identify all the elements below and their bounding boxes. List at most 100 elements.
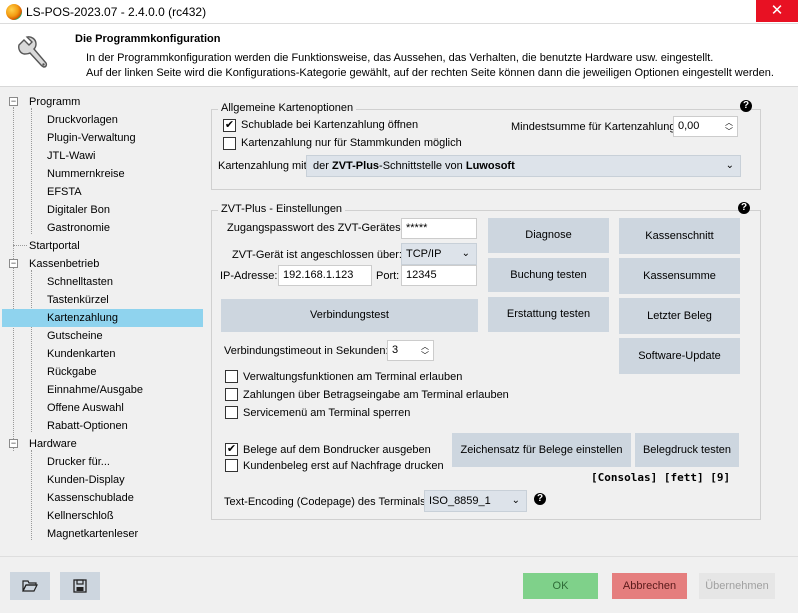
payment-method-dropdown[interactable]: der ZVT-Plus-Schnittstelle von Luwosoft … xyxy=(306,155,741,177)
window-title: LS-POS-2023.07 - 2.4.0.0 (rc432) xyxy=(26,5,207,19)
last-receipt-button[interactable]: Letzter Beleg xyxy=(619,298,740,334)
tree-item[interactable]: JTL-Wawi xyxy=(47,147,95,165)
tree-item[interactable]: Rabatt-Optionen xyxy=(47,417,128,435)
print-receipts-label: Belege auf dem Bondrucker ausgeben xyxy=(243,444,431,456)
ip-label: IP-Adresse: xyxy=(220,270,278,282)
amount-entry-checkbox[interactable] xyxy=(225,388,238,401)
encoding-dropdown[interactable]: ISO_8859_1 ⌄ xyxy=(424,490,527,512)
tree-item[interactable]: Gutscheine xyxy=(47,327,103,345)
password-input[interactable]: ***** xyxy=(401,218,477,239)
print-test-button[interactable]: Belegdruck testen xyxy=(635,433,739,467)
tree-item[interactable]: Kassenschublade xyxy=(47,489,134,507)
cancel-button[interactable]: Abbrechen xyxy=(612,573,687,599)
tree-item[interactable]: EFSTA xyxy=(47,183,82,201)
payment-method-label: Kartenzahlung mit xyxy=(218,160,307,172)
chevron-down-icon: ⌄ xyxy=(725,160,734,171)
spinner-arrows-icon[interactable]: ︿ ﹀ xyxy=(420,342,430,360)
general-group-title: Allgemeine Kartenoptionen xyxy=(218,102,357,114)
connection-test-button[interactable]: Verbindungstest xyxy=(221,299,478,332)
timeout-spinner[interactable]: 3 ︿ ﹀ xyxy=(387,340,434,361)
port-input[interactable]: 12345 xyxy=(401,265,477,286)
payment-text: der xyxy=(313,160,332,172)
admin-functions-label: Verwaltungsfunktionen am Terminal erlaub… xyxy=(243,371,463,383)
tree-item[interactable]: Rückgabe xyxy=(47,363,97,381)
connection-value: TCP/IP xyxy=(406,248,442,260)
apply-button[interactable]: Übernehmen xyxy=(699,573,775,599)
tree-item[interactable]: Druckvorlagen xyxy=(47,111,118,129)
header-panel: Die Programmkonfiguration In der Program… xyxy=(0,24,798,87)
amount-entry-label: Zahlungen über Betragseingabe am Termina… xyxy=(243,389,509,401)
connection-label: ZVT-Gerät ist angeschlossen über: xyxy=(232,249,402,261)
tree-item[interactable]: Offene Auswahl xyxy=(47,399,124,417)
ip-input[interactable]: 192.168.1.123 xyxy=(278,265,372,286)
tree-item[interactable]: Kellnerschloß xyxy=(47,507,114,525)
font-info: [Consolas] [fett] [9] xyxy=(591,471,731,484)
tree-item[interactable]: Gastronomie xyxy=(47,219,110,237)
booking-test-button[interactable]: Buchung testen xyxy=(488,258,609,292)
timeout-value: 3 xyxy=(392,344,399,356)
cash-cut-button[interactable]: Kassenschnitt xyxy=(619,218,740,254)
password-label: Zugangspasswort des ZVT-Gerätes: xyxy=(227,222,404,234)
admin-functions-checkbox[interactable] xyxy=(225,370,238,383)
regulars-checkbox[interactable] xyxy=(223,137,236,150)
tree-item[interactable]: Schnelltasten xyxy=(47,273,113,291)
header-description-line-1: In der Programmkonfiguration werden die … xyxy=(86,52,714,64)
collapse-icon[interactable]: − xyxy=(9,439,18,448)
help-icon[interactable]: ? xyxy=(534,493,546,505)
charset-button[interactable]: Zeichensatz für Belege einstellen xyxy=(452,433,631,467)
payment-text: -Schnittstelle von xyxy=(379,160,466,172)
encoding-label: Text-Encoding (Codepage) des Terminals xyxy=(224,496,426,508)
tree-node-startportal[interactable]: Startportal xyxy=(29,237,80,255)
tree-item[interactable]: Magnetkartenleser xyxy=(47,525,138,543)
customer-receipt-label: Kundenbeleg erst auf Nachfrage drucken xyxy=(243,460,444,472)
drawer-checkbox[interactable]: ✔ xyxy=(223,119,236,132)
save-icon xyxy=(73,579,87,593)
payment-text-bold: Luwosoft xyxy=(465,160,515,172)
chevron-down-icon: ⌄ xyxy=(511,495,520,506)
connection-dropdown[interactable]: TCP/IP ⌄ xyxy=(401,243,477,265)
print-receipts-checkbox[interactable]: ✔ xyxy=(225,443,238,456)
help-icon[interactable]: ? xyxy=(740,100,752,112)
tree-item[interactable]: Einnahme/Ausgabe xyxy=(47,381,143,399)
software-update-button[interactable]: Software-Update xyxy=(619,338,740,374)
service-menu-label: Servicemenü am Terminal sperren xyxy=(243,407,411,419)
header-description-line-2: Auf der linken Seite wird die Konfigurat… xyxy=(86,67,774,79)
help-icon[interactable]: ? xyxy=(738,202,750,214)
drawer-option-label: Schublade bei Kartenzahlung öffnen xyxy=(241,119,419,131)
category-tree: − Programm Druckvorlagen Plugin-Verwaltu… xyxy=(0,90,205,550)
timeout-label: Verbindungstimeout in Sekunden: xyxy=(224,345,389,357)
refund-test-button[interactable]: Erstattung testen xyxy=(488,297,609,332)
tree-item[interactable]: Tastenkürzel xyxy=(47,291,109,309)
tree-item[interactable]: Drucker für... xyxy=(47,453,110,471)
spinner-arrows-icon[interactable]: ︿ ﹀ xyxy=(724,118,734,136)
tree-item[interactable]: Kunden-Display xyxy=(47,471,125,489)
title-bar: LS-POS-2023.07 - 2.4.0.0 (rc432) ✕ xyxy=(0,0,798,24)
tree-item[interactable]: Plugin-Verwaltung xyxy=(47,129,136,147)
min-sum-label: Mindestsumme für Kartenzahlung: xyxy=(511,121,679,133)
folder-open-icon xyxy=(22,580,38,592)
header-title: Die Programmkonfiguration xyxy=(75,33,221,45)
cash-sum-button[interactable]: Kassensumme xyxy=(619,258,740,294)
encoding-value: ISO_8859_1 xyxy=(429,495,491,507)
close-button[interactable]: ✕ xyxy=(756,0,798,22)
tree-node-programm[interactable]: Programm xyxy=(29,93,80,111)
tree-item-selected[interactable]: Kartenzahlung xyxy=(2,309,203,327)
tree-item[interactable]: Kundenkarten xyxy=(47,345,116,363)
tree-item[interactable]: Nummernkreise xyxy=(47,165,125,183)
tree-line xyxy=(13,107,14,451)
tree-node-kassenbetrieb[interactable]: Kassenbetrieb xyxy=(29,255,99,273)
tree-node-hardware[interactable]: Hardware xyxy=(29,435,77,453)
tree-item[interactable]: Digitaler Bon xyxy=(47,201,110,219)
ok-button[interactable]: OK xyxy=(523,573,598,599)
tree-line xyxy=(31,108,32,234)
customer-receipt-checkbox[interactable] xyxy=(225,459,238,472)
tree-line xyxy=(31,270,32,432)
payment-text-bold: ZVT-Plus xyxy=(331,160,380,172)
collapse-icon[interactable]: − xyxy=(9,259,18,268)
min-sum-spinner[interactable]: 0,00 ︿ ﹀ xyxy=(673,116,738,137)
open-button[interactable] xyxy=(10,572,50,600)
service-menu-checkbox[interactable] xyxy=(225,406,238,419)
save-button[interactable] xyxy=(60,572,100,600)
collapse-icon[interactable]: − xyxy=(9,97,18,106)
diagnose-button[interactable]: Diagnose xyxy=(488,218,609,253)
